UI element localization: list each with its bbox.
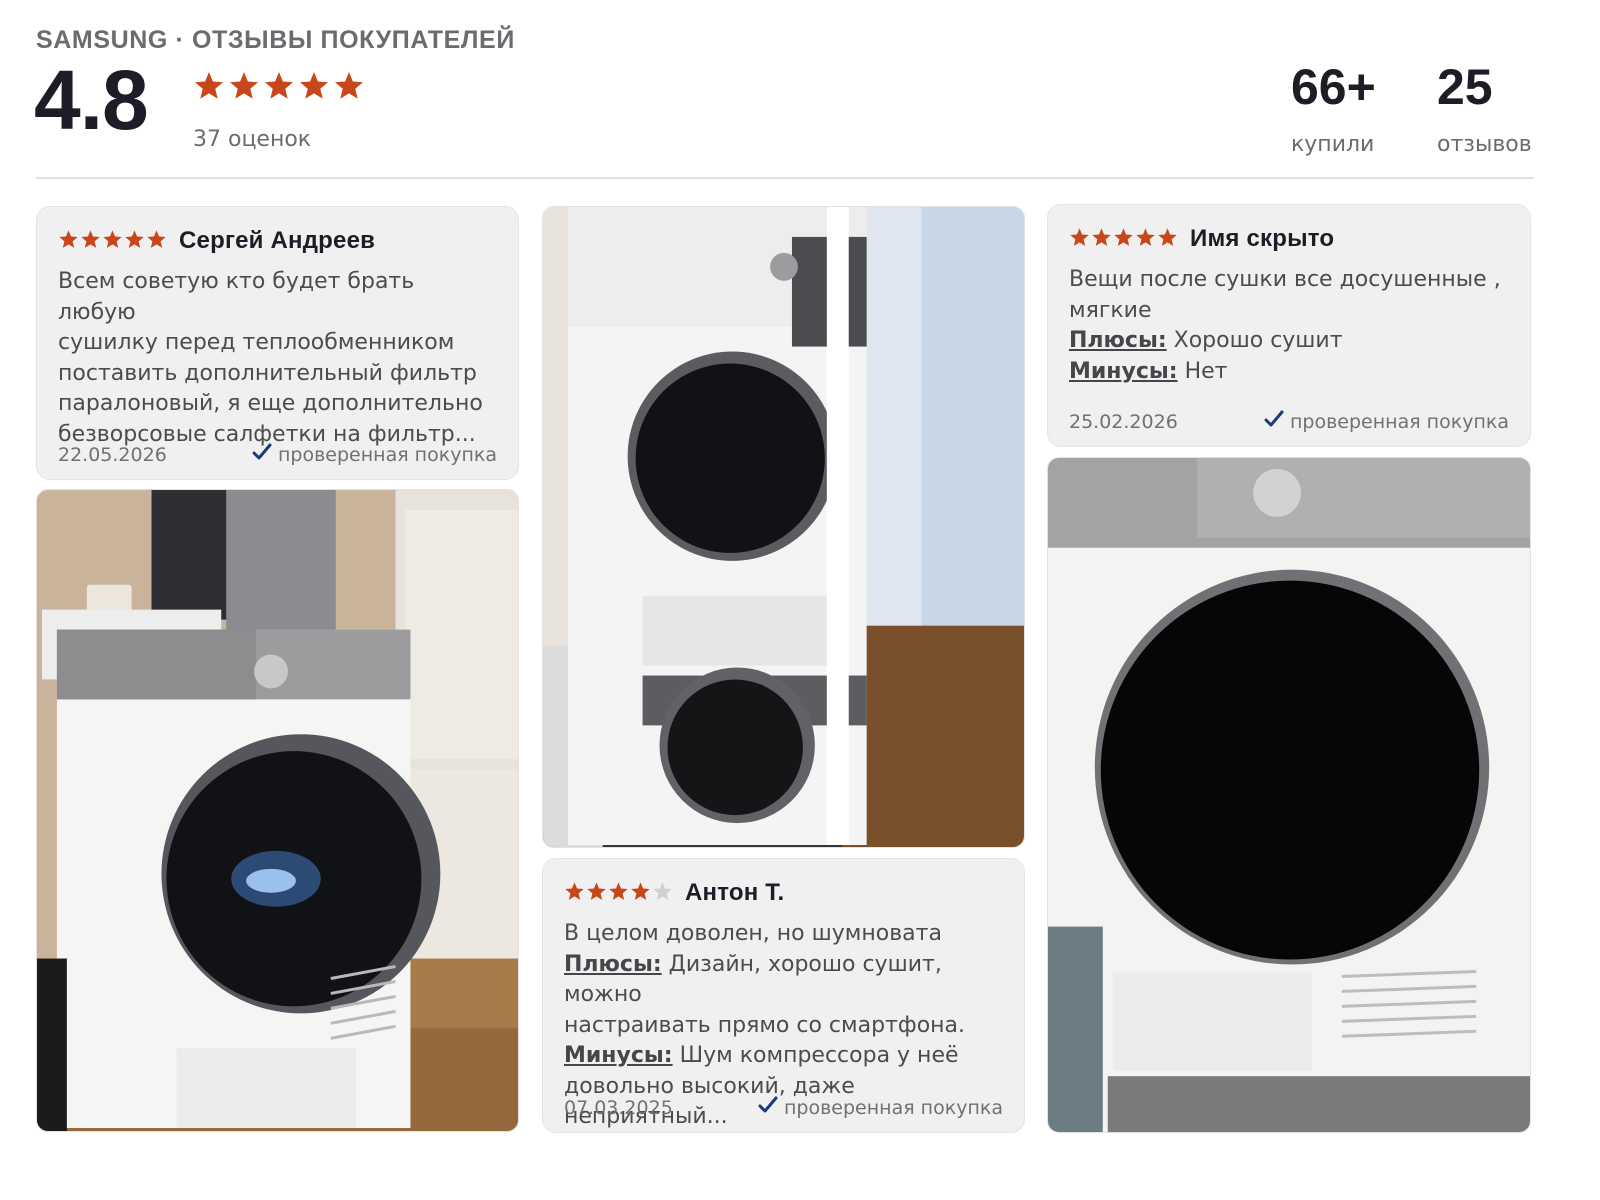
checkmark-icon: [758, 1095, 778, 1120]
star-filled-icon: [124, 229, 145, 254]
verified-badge: проверенная покупка: [252, 442, 497, 467]
reviews-label: отзывов: [1437, 132, 1532, 157]
star-filled-icon: [1157, 227, 1178, 252]
verified-label: проверенная покупка: [1289, 410, 1509, 433]
pros-label: Плюсы:: [1069, 328, 1167, 353]
verified-label: проверенная покупка: [783, 1096, 1003, 1119]
cons-label: Минусы:: [1069, 358, 1178, 384]
cons-text: Шум компрессора у неё: [672, 1043, 959, 1068]
average-rating: 4.8: [34, 53, 149, 147]
review-date: 22.05.2026: [58, 443, 167, 466]
review-card[interactable]: Имя скрыто Вещи после сушки все досушенн…: [1047, 204, 1531, 447]
review-date: 25.02.2026: [1069, 410, 1178, 433]
star-filled-icon: [586, 881, 607, 906]
verified-label: проверенная покупка: [277, 443, 497, 466]
review-stars: [58, 229, 167, 254]
review-text: Вещи после сушки все досушенные , мягкие…: [1069, 265, 1509, 387]
checkmark-icon: [1264, 409, 1284, 434]
star-filled-icon: [228, 70, 260, 106]
average-rating-stars: [193, 70, 365, 106]
star-empty-icon: [652, 881, 673, 906]
star-filled-icon: [564, 881, 585, 906]
star-filled-icon: [263, 70, 295, 106]
reviews-value: 25: [1437, 59, 1493, 115]
star-filled-icon: [333, 70, 365, 106]
review-text-line: паралоновый, я еще дополнительно: [58, 391, 483, 416]
star-filled-icon: [298, 70, 330, 106]
review-cons: Минусы: Шум компрессора у неё: [564, 1041, 1003, 1072]
star-filled-icon: [1069, 227, 1090, 252]
pros-label: Плюсы:: [564, 951, 662, 977]
stat-bought: 66+ купили: [1291, 62, 1376, 157]
bought-label: купили: [1291, 132, 1375, 157]
review-text: Всем советую кто будет брать любую сушил…: [58, 267, 497, 450]
photo-dryer-closeup[interactable]: [1047, 457, 1531, 1133]
review-text-line: сушилку перед теплообменником: [58, 330, 455, 355]
photo-dryer-stacked[interactable]: [542, 206, 1025, 848]
star-filled-icon: [102, 229, 123, 254]
review-text-line: поставить дополнительный фильтр: [58, 360, 477, 386]
review-date: 07.03.2025: [564, 1096, 673, 1119]
cons-text: Нет: [1177, 358, 1228, 384]
ratings-count: 37 оценок: [193, 127, 312, 152]
star-filled-icon: [193, 70, 225, 106]
star-filled-icon: [1091, 227, 1112, 252]
photo-dryer-kitchen[interactable]: [36, 489, 519, 1132]
review-text-line: Всем советую кто будет брать любую: [58, 269, 415, 325]
star-filled-icon: [146, 229, 167, 254]
review-author: Имя скрыто: [1190, 225, 1335, 252]
stat-reviews[interactable]: 25 отзывов: [1437, 62, 1532, 157]
review-cons: Минусы: Нет: [1069, 357, 1509, 388]
brand-title: SAMSUNG · ОТЗЫВЫ ПОКУПАТЕЛЕЙ: [36, 26, 515, 54]
review-text-line: Вещи после сушки все досушенные ,: [1069, 267, 1501, 292]
bought-value: 66+: [1291, 59, 1376, 115]
star-filled-icon: [1135, 227, 1156, 252]
star-filled-icon: [630, 881, 651, 906]
review-author: Сергей Андреев: [179, 227, 376, 254]
verified-badge: проверенная покупка: [1264, 409, 1509, 434]
pros-text: Хорошо сушит: [1166, 328, 1343, 353]
checkmark-icon: [252, 442, 272, 467]
star-filled-icon: [80, 229, 101, 254]
review-stars: [564, 881, 673, 906]
review-author: Антон Т.: [685, 879, 785, 906]
header-divider: [36, 177, 1534, 179]
review-pros: Плюсы: Хорошо сушит: [1069, 326, 1509, 357]
review-pros-cont: настраивать прямо со смартфона.: [564, 1012, 966, 1038]
review-pros: Плюсы: Дизайн, хорошо сушит, можно: [564, 950, 1003, 1011]
review-text-line: В целом доволен, но шумновата: [564, 921, 942, 946]
star-filled-icon: [608, 881, 629, 906]
review-text-line: мягкие: [1069, 297, 1152, 323]
verified-badge: проверенная покупка: [758, 1095, 1003, 1120]
review-card[interactable]: Сергей Андреев Всем советую кто будет бр…: [36, 206, 519, 480]
review-stars: [1069, 227, 1178, 252]
star-filled-icon: [58, 229, 79, 254]
cons-label: Минусы:: [564, 1043, 673, 1068]
review-card[interactable]: Антон Т. В целом доволен, но шумновата П…: [542, 858, 1025, 1133]
star-filled-icon: [1113, 227, 1134, 252]
